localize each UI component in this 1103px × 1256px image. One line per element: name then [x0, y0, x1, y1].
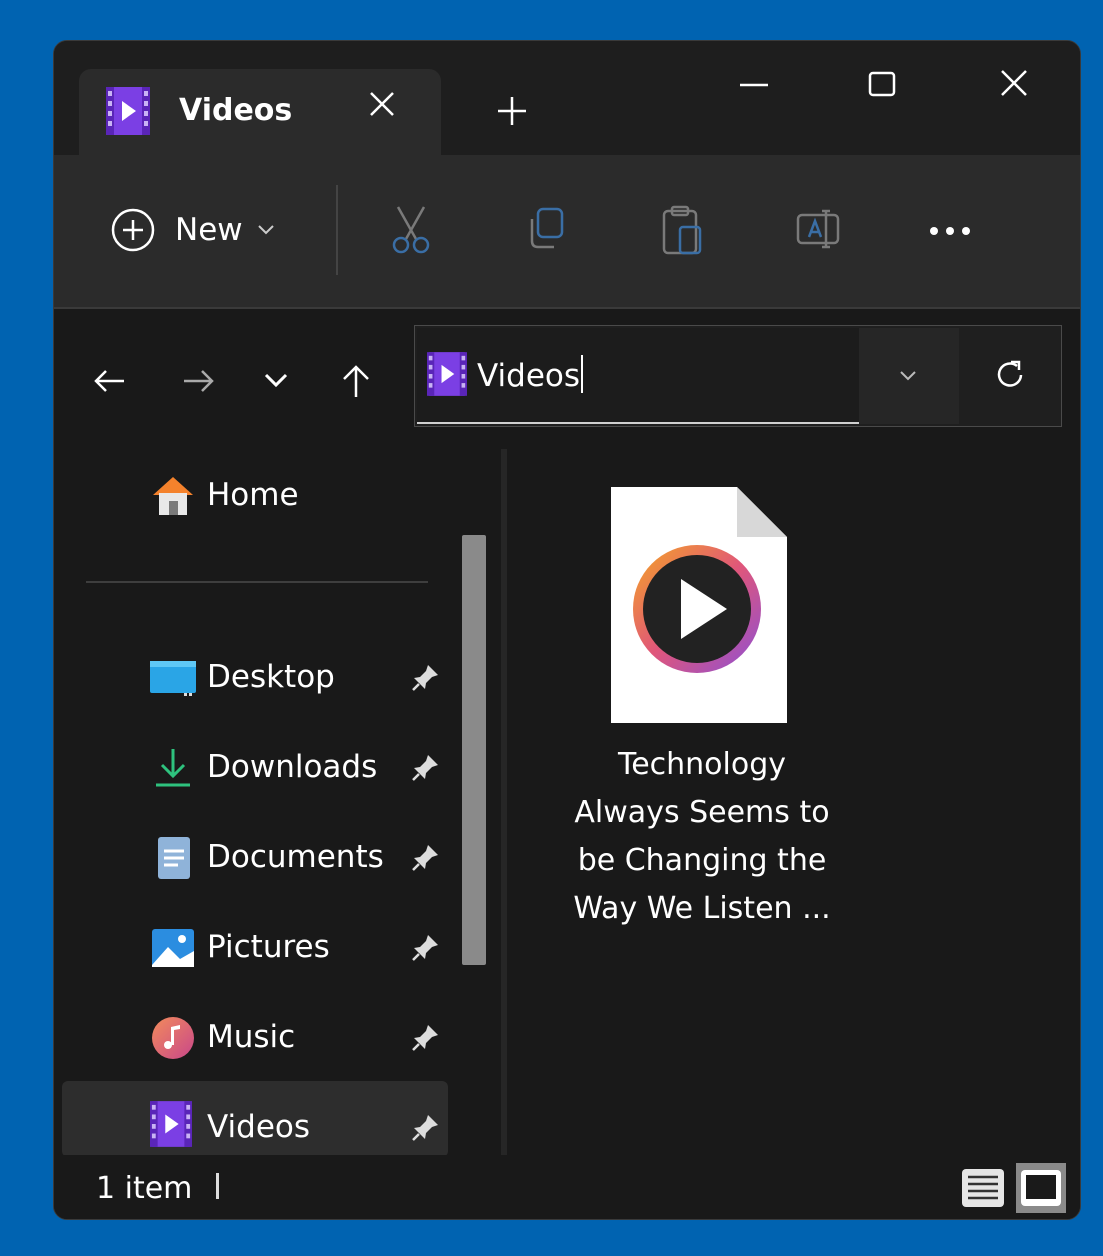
close-window-icon[interactable] [994, 65, 1038, 109]
sidebar-item-label: Downloads [207, 749, 378, 785]
file-name: Technology Always Seems to be Changing t… [573, 747, 831, 926]
tab-title: Videos [179, 93, 293, 128]
sidebar-item-videos[interactable]: Videos [62, 1081, 448, 1157]
sidebar-item-label: Music [207, 1019, 296, 1055]
sidebar-item-label: Documents [207, 839, 384, 875]
pin-icon[interactable] [410, 661, 442, 697]
videos-folder-icon [106, 87, 150, 139]
title-bar: Videos [54, 41, 1080, 155]
plus-circle-icon [111, 208, 155, 252]
large-icons-view-icon [1021, 1170, 1061, 1206]
sidebar-item-documents[interactable]: Documents [62, 819, 448, 895]
new-button-label: New [175, 212, 243, 248]
pin-icon[interactable] [410, 751, 442, 787]
sidebar-item-label: Desktop [207, 659, 335, 695]
new-button[interactable]: New [109, 205, 275, 255]
rename-icon[interactable] [792, 203, 846, 257]
back-arrow-icon[interactable] [90, 361, 130, 401]
forward-arrow-icon[interactable] [178, 361, 218, 401]
sidebar-item-music[interactable]: Music [62, 999, 448, 1075]
chevron-down-icon [900, 371, 916, 381]
videos-folder-icon [427, 352, 467, 400]
recent-locations-chevron-icon[interactable] [256, 361, 296, 401]
home-icon [150, 473, 196, 519]
command-bar: New [54, 155, 1080, 309]
navigation-pane: Home Desktop Downloads Documents Picture… [54, 449, 502, 1157]
pin-icon[interactable] [410, 1111, 442, 1147]
video-file-icon [609, 485, 789, 729]
command-separator [336, 185, 338, 275]
sidebar-item-downloads[interactable]: Downloads [62, 729, 448, 805]
sidebar-item-label: Pictures [207, 929, 330, 965]
pin-icon[interactable] [410, 931, 442, 967]
file-explorer-window: Videos New Videos Home Desktop Downloads… [53, 40, 1081, 1220]
refresh-button[interactable] [961, 328, 1059, 424]
copy-icon[interactable] [520, 203, 574, 257]
sidebar-item-desktop[interactable]: Desktop [62, 639, 448, 715]
details-view-button[interactable] [958, 1163, 1008, 1213]
status-bar: 1 item [54, 1155, 1080, 1219]
up-arrow-icon[interactable] [336, 361, 376, 401]
maximize-icon[interactable] [860, 65, 904, 109]
address-bar[interactable]: Videos [414, 325, 1062, 427]
sidebar-item-home[interactable]: Home [62, 457, 448, 533]
pin-icon[interactable] [410, 841, 442, 877]
pictures-icon [150, 925, 196, 971]
sidebar-item-pictures[interactable]: Pictures [62, 909, 448, 985]
tab-videos[interactable]: Videos [79, 69, 441, 155]
music-note-icon [150, 1015, 196, 1061]
document-icon [150, 835, 196, 881]
address-input[interactable]: Videos [417, 328, 859, 424]
desktop-icon [150, 655, 196, 701]
sidebar-item-label: Home [207, 477, 299, 513]
paste-icon[interactable] [656, 203, 710, 257]
large-icons-view-button[interactable] [1016, 1163, 1066, 1213]
more-options-icon[interactable] [924, 203, 978, 257]
sidebar-item-label: Videos [207, 1109, 311, 1145]
text-cursor [581, 354, 584, 393]
minimize-icon[interactable] [732, 65, 776, 109]
details-view-icon [962, 1169, 1004, 1207]
sidebar-scrollbar[interactable] [462, 535, 486, 965]
cut-icon[interactable] [384, 203, 438, 257]
address-history-dropdown[interactable] [859, 328, 959, 424]
pin-icon[interactable] [410, 1021, 442, 1057]
refresh-icon [997, 360, 1023, 387]
download-arrow-icon [150, 745, 196, 791]
close-tab-icon[interactable] [367, 89, 397, 119]
videos-folder-icon [150, 1101, 196, 1147]
file-list-pane: Technology Always Seems to be Changing t… [507, 449, 1080, 1155]
navigation-row: Videos [54, 309, 1080, 449]
item-count: 1 item [96, 1171, 193, 1206]
new-tab-plus-icon[interactable] [494, 93, 530, 129]
sidebar-divider [86, 581, 428, 583]
chevron-down-icon [257, 225, 274, 235]
status-separator [216, 1173, 219, 1199]
address-path: Videos [477, 354, 584, 397]
